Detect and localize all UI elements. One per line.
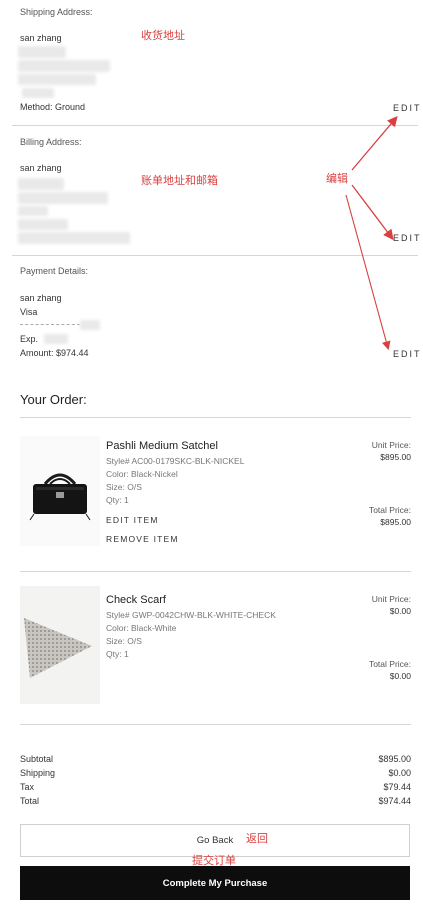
tax-value: $79.44 [383, 782, 411, 792]
item-qty: Qty: 1 [106, 649, 129, 659]
arrow-to-payment-edit [345, 194, 391, 351]
arrow-to-shipping-edit [351, 116, 398, 171]
item-size: Size: O/S [106, 482, 142, 492]
back-annotation: 返回 [246, 832, 268, 845]
unit-price: $895.00 [380, 452, 411, 462]
go-back-label: Go Back [196, 835, 234, 846]
divider [20, 571, 411, 572]
item-style: Style# AC00-0179SKC-BLK-NICKEL [106, 456, 245, 466]
subtotal-label: Subtotal [20, 754, 54, 764]
order-title: Your Order: [20, 392, 87, 407]
shipping-value: $0.00 [388, 768, 411, 778]
item-name[interactable]: Pashli Medium Satchel [106, 440, 218, 452]
total-price-label: Total Price: [368, 659, 411, 669]
unit-price: $0.00 [389, 606, 411, 616]
item-color: Color: Black-White [106, 623, 177, 633]
item-name[interactable]: Check Scarf [106, 594, 166, 606]
item-color: Color: Black-Nickel [106, 469, 178, 479]
complete-purchase-button[interactable]: Complete My Purchase [20, 866, 410, 900]
product-image-satchel[interactable] [20, 436, 100, 546]
remove-item-link[interactable]: REMOVE ITEM [106, 534, 179, 544]
product-image-scarf[interactable] [20, 586, 100, 704]
total-value: $974.44 [378, 796, 411, 806]
divider [20, 417, 411, 418]
complete-purchase-label: Complete My Purchase [162, 877, 268, 889]
item-qty: Qty: 1 [106, 495, 129, 505]
total-price-label: Total Price: [368, 505, 411, 515]
item-style: Style# GWP-0042CHW-BLK-WHITE-CHECK [106, 610, 276, 620]
shipping-label: Shipping [20, 768, 56, 778]
arrow-to-billing-edit [351, 184, 394, 241]
total-label: Total [20, 796, 40, 806]
edit-item-link[interactable]: EDIT ITEM [106, 515, 159, 525]
total-price: $0.00 [389, 671, 411, 681]
unit-price-label: Unit Price: [371, 440, 411, 450]
divider [20, 724, 411, 725]
tax-label: Tax [20, 782, 35, 792]
item-size: Size: O/S [106, 636, 142, 646]
subtotal-value: $895.00 [378, 754, 411, 764]
total-price: $895.00 [380, 517, 411, 527]
unit-price-label: Unit Price: [371, 594, 411, 604]
